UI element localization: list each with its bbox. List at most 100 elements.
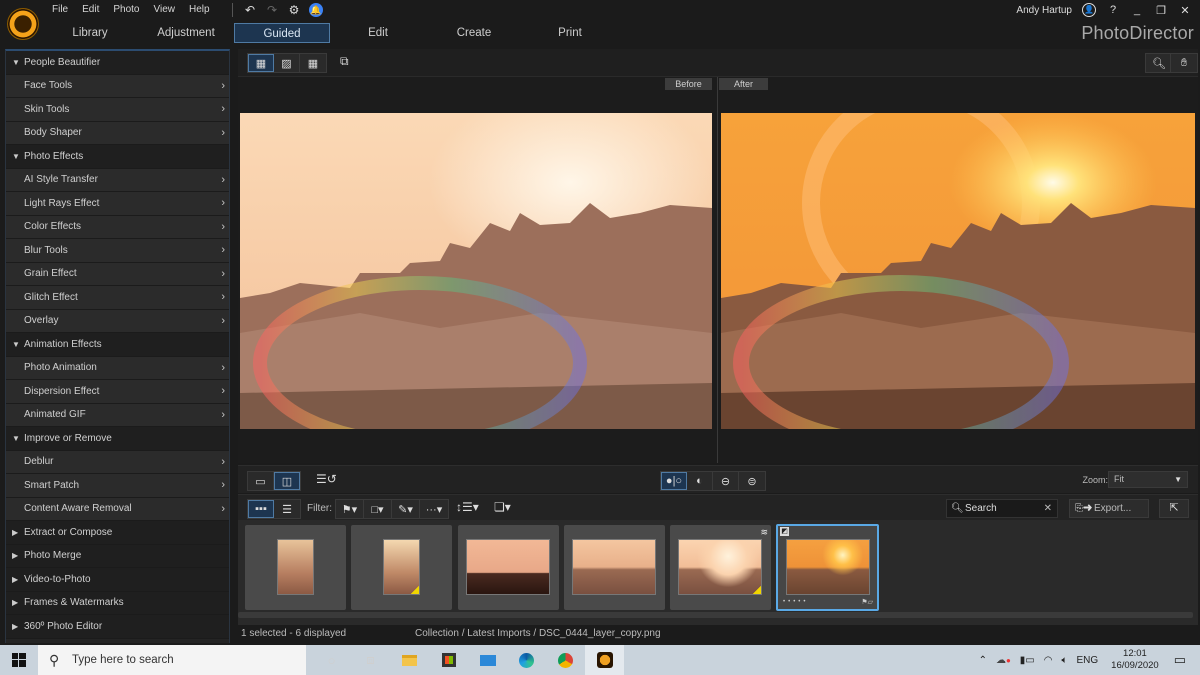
panel-item-animated-gif[interactable]: Animated GIF › (6, 403, 229, 427)
tab-guided[interactable]: Guided (234, 23, 330, 43)
panel-item-glitch-effect[interactable]: Glitch Effect › (6, 286, 229, 310)
browser-view-button[interactable]: ▦ (248, 54, 274, 72)
microsoft-store-icon[interactable] (429, 645, 468, 675)
panel-item-light-rays-effect[interactable]: Light Rays Effect › (6, 192, 229, 216)
panel-item-color-effects[interactable]: Color Effects › (6, 215, 229, 239)
search-input[interactable]: 🔍︎ Search ✕ (946, 499, 1058, 518)
edited-filter-button[interactable]: ✎▾ (392, 500, 420, 518)
list-view-button[interactable]: ☰ (274, 500, 300, 518)
rating-filter-button[interactable]: ···▾ (420, 500, 448, 518)
menu-view[interactable]: View (147, 4, 183, 15)
thumbnail[interactable] (458, 525, 559, 610)
panel-category-photo-effects[interactable]: ▼ Photo Effects (6, 145, 229, 169)
sort-icon[interactable]: ↕☰▾ (456, 500, 479, 514)
swap-icon[interactable]: ☰↺ (316, 472, 337, 486)
menu-edit[interactable]: Edit (75, 4, 106, 15)
help-icon[interactable]: ? (1106, 4, 1120, 16)
panel-category-360-photo-editor[interactable]: ▶ 360º Photo Editor (6, 615, 229, 639)
panel-item-ai-style-transfer[interactable]: AI Style Transfer › (6, 168, 229, 192)
volume-icon[interactable]: 🔈︎ (1061, 655, 1067, 666)
language-indicator[interactable]: ENG (1076, 655, 1098, 666)
half-compare-button[interactable]: ◐ (687, 472, 713, 490)
user-avatar-icon[interactable]: 👤 (1082, 3, 1096, 17)
viewer-view-button[interactable]: ▨ (274, 54, 300, 72)
clock[interactable]: 12:01 16/09/2020 (1111, 648, 1159, 672)
menu-photo[interactable]: Photo (106, 4, 146, 15)
pan-tool-button[interactable]: ✋︎ (1171, 54, 1197, 72)
panel-item-skin-tools[interactable]: Skin Tools › (6, 98, 229, 122)
menu-file[interactable]: File (45, 4, 75, 15)
panel-category-extract-or-compose[interactable]: ▶ Extract or Compose (6, 521, 229, 545)
show-hidden-icons-chevron[interactable]: ⌃ (979, 655, 987, 666)
battery-icon[interactable]: ▮▭ (1020, 655, 1035, 666)
panel-category-video-to-photo[interactable]: ▶ Video-to-Photo (6, 568, 229, 592)
menu-help[interactable]: Help (182, 4, 217, 15)
minimize-icon[interactable]: _ (1130, 4, 1144, 16)
tab-create[interactable]: Create (426, 23, 522, 43)
chrome-icon[interactable] (546, 645, 585, 675)
split-compare-button[interactable]: ●|○ (661, 472, 687, 490)
panel-item-dispersion-effect[interactable]: Dispersion Effect › (6, 380, 229, 404)
panel-item-grain-effect[interactable]: Grain Effect › (6, 262, 229, 286)
export-label: Export... (1094, 503, 1132, 514)
task-view-icon[interactable]: ⧈ (351, 645, 390, 675)
single-view-button[interactable]: ▭ (248, 472, 274, 490)
panel-item-smart-patch[interactable]: Smart Patch › (6, 474, 229, 498)
star-rating[interactable]: ••••• (783, 599, 809, 605)
compare-screens-icon[interactable]: ⧉ (340, 54, 349, 69)
panel-category-animation-effects[interactable]: ▼ Animation Effects (6, 333, 229, 357)
panel-category-photo-merge[interactable]: ▶ Photo Merge (6, 544, 229, 568)
color-label-filter-button[interactable]: □▾ (364, 500, 392, 518)
panel-item-body-shaper[interactable]: Body Shaper › (6, 121, 229, 145)
panel-item-photo-animation[interactable]: Photo Animation › (6, 356, 229, 380)
panel-category-frames-watermarks[interactable]: ▶ Frames & Watermarks (6, 591, 229, 615)
undo-icon[interactable]: ↶ (243, 3, 257, 17)
settings-gear-icon[interactable]: ⚙ (287, 3, 301, 17)
share-button[interactable]: ⇱ (1159, 499, 1189, 518)
flag-filter-button[interactable]: ⚑▾ (336, 500, 364, 518)
panel-category-people-beautifier[interactable]: ▼ People Beautifier (6, 51, 229, 75)
zoom-select[interactable]: Fit ▼ (1108, 471, 1188, 488)
restore-icon[interactable]: ❐ (1154, 4, 1168, 17)
compare-divider[interactable] (717, 77, 718, 463)
filmstrip-scrollbar[interactable] (238, 612, 1193, 618)
vertical-compare-button[interactable]: ⊖ (713, 472, 739, 490)
clear-search-icon[interactable]: ✕ (1044, 500, 1052, 517)
wifi-icon[interactable]: ◠ (1044, 655, 1053, 666)
panel-item-overlay[interactable]: Overlay › (6, 309, 229, 333)
file-explorer-icon[interactable] (390, 645, 429, 675)
tab-print[interactable]: Print (522, 23, 618, 43)
panel-item-blur-tools[interactable]: Blur Tools › (6, 239, 229, 263)
close-icon[interactable]: ✕ (1178, 4, 1192, 17)
edge-icon[interactable] (507, 645, 546, 675)
panel-category-improve-or-remove[interactable]: ▼ Improve or Remove (6, 427, 229, 451)
side-by-side-button[interactable]: ◫ (274, 472, 300, 490)
thumbnail[interactable] (564, 525, 665, 610)
action-center-icon[interactable]: ▭ (1174, 652, 1186, 668)
zoom-tool-button[interactable]: 🔍︎ (1146, 54, 1172, 72)
thumbnail-strip-button[interactable]: ▪▪▪ (248, 500, 274, 518)
start-button[interactable] (0, 645, 38, 675)
tab-adjustment[interactable]: Adjustment (138, 23, 234, 43)
thumbnail-selected[interactable]: ◩ ••••• ⚑▱ (776, 524, 879, 611)
notification-bell-icon[interactable]: 🔔 (309, 3, 323, 17)
taskbar-search-input[interactable]: ⚲ Type here to search (38, 645, 306, 675)
tab-edit[interactable]: Edit (330, 23, 426, 43)
tab-library[interactable]: Library (42, 23, 138, 43)
thumbnail[interactable] (245, 525, 346, 610)
onedrive-error-icon[interactable]: ☁● (996, 655, 1011, 666)
redo-icon[interactable]: ↷ (265, 3, 279, 17)
panel-item-face-tools[interactable]: Face Tools › (6, 74, 229, 98)
export-button[interactable]: ⎘➜ Export... (1069, 499, 1149, 518)
stack-icon[interactable]: ❏▾ (494, 500, 511, 514)
thumbnail[interactable] (351, 525, 452, 610)
photodirector-taskbar-icon[interactable] (585, 645, 624, 675)
cortana-icon[interactable]: ○ (312, 645, 351, 675)
grid-view-button[interactable]: ▦ (300, 54, 326, 72)
photodirector-logo[interactable] (7, 8, 39, 40)
panel-item-content-aware-removal[interactable]: Content Aware Removal › (6, 497, 229, 521)
thumbnail[interactable]: ≋ (670, 525, 771, 610)
panel-item-deblur[interactable]: Deblur › (6, 450, 229, 474)
horizontal-compare-button[interactable]: ⊜ (739, 472, 765, 490)
mail-icon[interactable] (468, 645, 507, 675)
